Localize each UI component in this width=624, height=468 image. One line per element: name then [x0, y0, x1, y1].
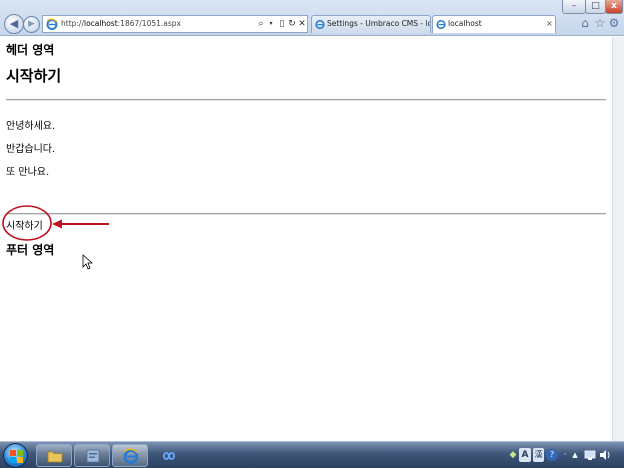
taskbar-visual-studio[interactable]: [74, 444, 110, 467]
stop-icon[interactable]: ✕: [297, 17, 307, 31]
start-link[interactable]: 시작하기: [6, 217, 43, 232]
home-icon[interactable]: ⌂: [578, 16, 592, 30]
paragraph: 안녕하세요.: [6, 121, 56, 132]
taskbar-app[interactable]: [150, 444, 186, 467]
tab-localhost[interactable]: localhost ×: [432, 15, 556, 33]
input-language-indicator[interactable]: A: [519, 448, 531, 462]
minimize-button[interactable]: –: [562, 0, 586, 14]
arrow-right-icon: ▶: [28, 19, 35, 29]
taskbar: ◆ A 漢 ? · ▲: [0, 441, 624, 468]
maximize-button[interactable]: □: [585, 0, 606, 14]
paragraph: 또 만나요.: [6, 167, 50, 178]
close-window-button[interactable]: x: [605, 0, 623, 14]
windows-logo-icon: [10, 450, 23, 463]
page-content: 헤더 영역 시작하기 안녕하세요. 반갑습니다. 또 만나요. 시작하기 푸터 …: [0, 37, 612, 441]
annotation-arrow-head: [52, 219, 62, 229]
page-title: 시작하기: [6, 67, 62, 85]
network-icon[interactable]: [584, 447, 596, 463]
paragraph: 반갑습니다.: [6, 144, 56, 155]
annotation-overlay: [2, 205, 109, 270]
umbraco-tab-icon: [315, 19, 325, 29]
address-host: localhost: [83, 19, 118, 28]
forward-button[interactable]: ▶: [23, 16, 40, 33]
tab-label: Settings - Umbraco CMS - lo...: [327, 19, 431, 28]
tab-label: localhost: [448, 19, 482, 28]
visual-studio-icon: [86, 449, 100, 463]
address-bar[interactable]: http://localhost:1867/1051.aspx ⌕ ▾ ▯ ↻ …: [42, 15, 308, 33]
compatibility-view-icon[interactable]: ▯: [277, 17, 287, 31]
taskbar-file-explorer[interactable]: [36, 444, 72, 467]
address-text[interactable]: http://localhost:1867/1051.aspx: [61, 18, 181, 30]
mouse-cursor-icon: [82, 254, 94, 270]
divider: [6, 99, 606, 101]
ie-icon: [46, 18, 58, 30]
ie-icon: [123, 448, 139, 464]
browser-chrome: – □ x ◀ ▶ http://localhost:1867/1051.asp…: [0, 0, 624, 36]
divider: [6, 213, 606, 215]
back-button[interactable]: ◀: [4, 14, 24, 34]
folder-icon: [47, 451, 63, 463]
tab-umbraco-settings[interactable]: Settings - Umbraco CMS - lo...: [311, 15, 431, 33]
arrow-left-icon: ◀: [9, 17, 19, 30]
ime-indicator[interactable]: ·: [561, 447, 569, 463]
volume-icon[interactable]: [599, 447, 611, 463]
hanja-indicator[interactable]: 漢: [533, 448, 544, 462]
tray-app-icon[interactable]: ◆: [508, 447, 518, 463]
footer-area-heading: 푸터 영역: [6, 243, 55, 257]
address-rest: :1867/1051.aspx: [117, 19, 181, 28]
taskbar-internet-explorer[interactable]: [112, 444, 148, 467]
favorites-star-icon[interactable]: ☆: [593, 16, 607, 30]
address-prefix: http://: [61, 19, 84, 28]
chevron-down-icon[interactable]: ▾: [267, 17, 275, 31]
search-icon[interactable]: ⌕: [256, 17, 266, 31]
vertical-scrollbar[interactable]: [612, 37, 624, 441]
close-tab-icon[interactable]: ×: [546, 16, 553, 32]
show-hidden-icons-button[interactable]: ▲: [571, 447, 579, 463]
gear-icon[interactable]: ⚙: [607, 16, 621, 30]
system-tray: ◆ A 漢 ? · ▲: [506, 447, 624, 465]
ie-tab-icon: [436, 19, 446, 29]
start-button[interactable]: [3, 443, 28, 468]
refresh-icon[interactable]: ↻: [287, 17, 297, 31]
help-icon[interactable]: ?: [546, 449, 558, 461]
infinity-app-icon: [163, 452, 175, 460]
header-area-heading: 헤더 영역: [6, 43, 55, 57]
